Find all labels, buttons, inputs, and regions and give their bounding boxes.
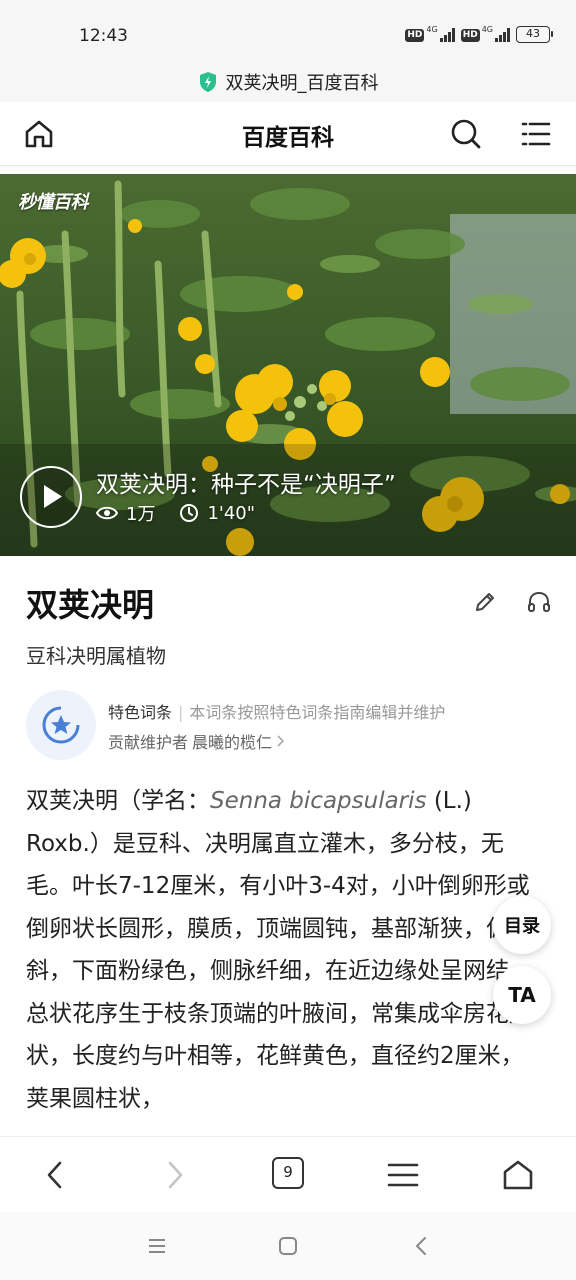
network-type-label: 4G (426, 24, 438, 34)
network-type-label: 4G (481, 24, 493, 34)
table-of-contents-button[interactable]: 目录 (493, 896, 551, 954)
featured-star-icon (42, 706, 80, 744)
clock-icon (180, 504, 199, 522)
system-home-icon[interactable] (276, 1234, 300, 1258)
hd-icon: HD (460, 28, 480, 42)
entry-subtitle: 豆科决明属植物 (26, 644, 166, 668)
entry-summary: 双荚决明（学名：Senna bicapsularis (L.) Roxb.）是豆… (26, 780, 538, 1120)
forward-icon[interactable] (156, 1157, 192, 1193)
font-size-button[interactable]: TA (493, 966, 551, 1024)
video-title[interactable]: 双荚决明：种子不是“决明子” (96, 465, 396, 499)
menu-icon[interactable] (385, 1157, 421, 1193)
site-header: 百度百科 (0, 102, 576, 166)
brand-watermark-logo: 秒懂百科 (18, 192, 89, 213)
content-fade (0, 1118, 576, 1138)
video-duration: 1'40" (207, 502, 256, 524)
view-count: 1万 (126, 504, 156, 525)
system-back-icon[interactable] (410, 1234, 434, 1258)
signal-group-2: HD 4G (460, 24, 510, 42)
recent-apps-icon[interactable] (145, 1234, 169, 1258)
signal-icon (495, 27, 510, 42)
maintainer-label: 贡献维护者 (108, 733, 189, 752)
entry-title: 双荚决明 (26, 586, 155, 624)
site-title[interactable]: 百度百科 (0, 118, 576, 152)
summary-text-rest: (L.) Roxb.）是豆科、决明属直立灌木，多分枝，无毛。叶长7-12厘米，有… (26, 788, 532, 1112)
tabs-icon[interactable]: 9 (272, 1157, 304, 1189)
maintainer-link[interactable]: 贡献维护者 晨曦的榄仁 (108, 729, 286, 753)
hd-icon: HD (405, 28, 425, 42)
featured-badge (26, 690, 96, 760)
status-time: 12:43 (79, 26, 128, 46)
headphones-icon[interactable] (526, 589, 552, 615)
menu-icon[interactable] (519, 117, 553, 151)
scientific-name: Senna bicapsularis (210, 788, 427, 814)
play-button[interactable] (20, 466, 82, 528)
featured-entry-line: 特色词条 | 本词条按照特色词条指南编辑并维护 (108, 699, 445, 723)
video-meta: 1万 1'40" (96, 500, 255, 526)
status-indicators: HD 4G HD 4G 43 (405, 24, 553, 43)
eye-icon (96, 506, 118, 520)
play-icon (44, 485, 62, 508)
featured-description: 本词条按照特色词条指南编辑并维护 (189, 703, 446, 722)
signal-icon (439, 27, 455, 42)
back-icon[interactable] (38, 1157, 74, 1193)
edit-icon[interactable] (472, 589, 498, 615)
featured-label: 特色词条 (108, 703, 173, 722)
divider: | (178, 703, 184, 722)
shield-icon (199, 72, 216, 92)
home-icon[interactable] (500, 1157, 536, 1193)
maintainer-name[interactable]: 晨曦的榄仁 (192, 729, 272, 753)
page-url-title: 双荚决明_百度百科 (225, 73, 379, 94)
chevron-right-icon (277, 735, 285, 747)
status-bar: 12:43 HD 4G HD 4G 43 (0, 0, 576, 62)
search-icon[interactable] (449, 117, 483, 151)
url-bar[interactable]: 双荚决明_百度百科 (0, 62, 576, 102)
system-navigation-bar (0, 1212, 576, 1280)
battery-icon: 43 (516, 26, 553, 43)
signal-group-1: HD 4G (405, 24, 455, 42)
summary-text-start: 双荚决明（学名： (26, 788, 210, 814)
